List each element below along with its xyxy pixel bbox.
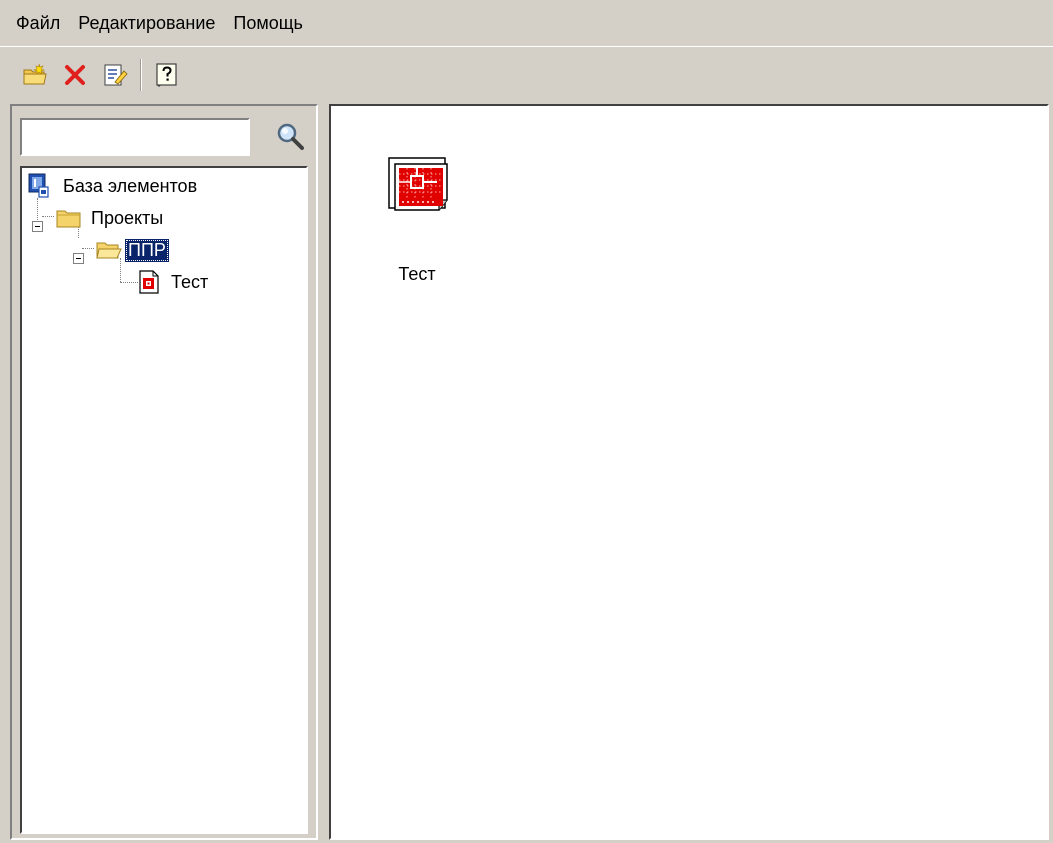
content-panel[interactable]: Тест bbox=[329, 104, 1049, 840]
tree-label-test: Тест bbox=[171, 271, 209, 292]
menu-bar: Файл Редактирование Помощь bbox=[0, 0, 1053, 47]
toolbar-separator bbox=[140, 59, 142, 91]
help-button[interactable] bbox=[150, 58, 184, 92]
database-icon bbox=[28, 173, 49, 198]
element-tree[interactable]: База элементов Проекты ППР Тест bbox=[20, 166, 308, 834]
tree-label-root: База элементов bbox=[63, 175, 198, 196]
tree-line bbox=[42, 216, 54, 217]
collapse-toggle-projects[interactable] bbox=[32, 221, 43, 232]
tree-line bbox=[120, 282, 138, 283]
menu-file[interactable]: Файл bbox=[0, 0, 69, 46]
menu-edit[interactable]: Редактирование bbox=[69, 0, 224, 46]
search-button[interactable] bbox=[270, 116, 310, 156]
menu-divider bbox=[0, 46, 1053, 47]
tree-label-ppr: ППР bbox=[125, 238, 169, 262]
tree-node-test[interactable]: Тест bbox=[138, 266, 211, 298]
content-item-label: Тест bbox=[398, 264, 436, 284]
toolbar bbox=[0, 52, 1053, 98]
folder-icon bbox=[56, 210, 81, 228]
delete-button[interactable] bbox=[58, 58, 92, 92]
new-folder-icon bbox=[23, 63, 47, 85]
tree-node-ppr[interactable]: ППР bbox=[96, 234, 169, 266]
tree-node-projects[interactable]: Проекты bbox=[56, 202, 166, 234]
tree-line bbox=[82, 248, 94, 249]
search-input[interactable] bbox=[20, 118, 250, 156]
delete-icon bbox=[65, 65, 85, 85]
tree-panel: База элементов Проекты ППР Тест bbox=[10, 104, 318, 840]
search-icon bbox=[277, 123, 304, 150]
collapse-toggle-ppr[interactable] bbox=[73, 253, 84, 264]
open-folder-icon bbox=[96, 242, 122, 259]
edit-properties-icon bbox=[104, 64, 128, 86]
help-icon bbox=[156, 63, 177, 87]
tree-label-projects: Проекты bbox=[91, 207, 164, 228]
tree-node-root[interactable]: База элементов bbox=[28, 170, 200, 202]
menu-help[interactable]: Помощь bbox=[224, 0, 312, 46]
document-icon bbox=[139, 270, 159, 294]
edit-properties-button[interactable] bbox=[98, 58, 132, 92]
drawing-document-icon bbox=[388, 157, 448, 211]
new-folder-button[interactable] bbox=[18, 58, 52, 92]
